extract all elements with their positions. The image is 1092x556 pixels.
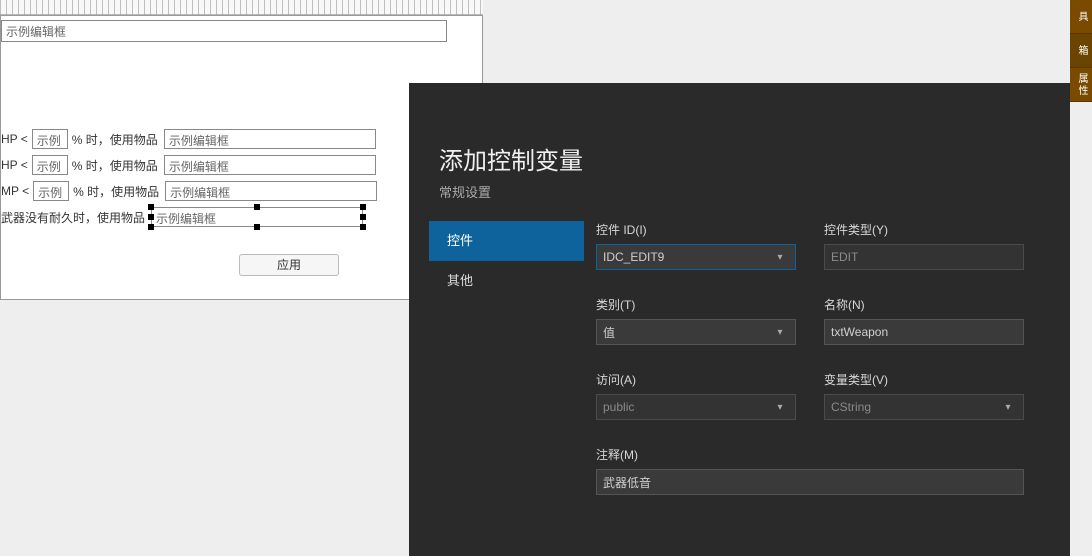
pct-edit[interactable]: 示例 (32, 129, 68, 149)
row-mid: % 时，使用物品 (73, 183, 159, 200)
comment-label: 注释(M) (596, 446, 1024, 463)
control-type-field: EDIT (824, 244, 1024, 270)
pct-edit[interactable]: 示例 (32, 155, 68, 175)
row4-prefix: 武器没有耐久时，使用物品 (1, 209, 145, 226)
resize-handle[interactable] (360, 204, 366, 210)
wizard-form: 控件 ID(I) IDC_EDIT9 ▾ 控件类型(Y) EDIT 类别(T) (584, 221, 1052, 556)
name-input[interactable] (831, 325, 1017, 339)
resize-handle[interactable] (254, 224, 260, 230)
apply-button[interactable]: 应用 (239, 254, 339, 276)
nav-other[interactable]: 其他 (429, 261, 584, 301)
access-value: public (603, 400, 634, 414)
control-id-label: 控件 ID(I) (596, 221, 796, 238)
access-combo: public ▾ (596, 394, 796, 420)
resize-handle[interactable] (148, 214, 154, 220)
access-label: 访问(A) (596, 371, 796, 388)
category-combo[interactable]: 值 ▾ (596, 319, 796, 345)
pct-edit[interactable]: 示例 (33, 181, 69, 201)
condition-row: HP < 示例 % 时，使用物品 示例编辑框 (1, 126, 377, 152)
control-id-combo[interactable]: IDC_EDIT9 ▾ (596, 244, 796, 270)
row-prefix: HP < (1, 158, 28, 172)
right-tool-tabs: 具 工具箱 属性 (1070, 0, 1092, 102)
item-edit[interactable]: 示例编辑框 (164, 155, 376, 175)
row-mid: % 时，使用物品 (72, 157, 158, 174)
resize-handle[interactable] (360, 214, 366, 220)
resize-handle[interactable] (148, 224, 154, 230)
item-edit[interactable]: 示例编辑框 (165, 181, 377, 201)
chevron-down-icon: ▾ (999, 402, 1017, 413)
item-edit[interactable]: 示例编辑框 (164, 129, 376, 149)
chevron-down-icon: ▾ (771, 402, 789, 413)
top-sample-edit[interactable]: 示例编辑框 (1, 20, 447, 42)
control-id-value: IDC_EDIT9 (603, 250, 664, 264)
vartype-combo: CString ▾ (824, 394, 1024, 420)
name-field[interactable] (824, 319, 1024, 345)
name-label: 名称(N) (824, 296, 1024, 313)
chevron-down-icon: ▾ (771, 252, 789, 263)
comment-field[interactable] (596, 469, 1024, 495)
right-tab[interactable]: 属性 (1070, 68, 1092, 102)
horizontal-ruler (0, 0, 483, 15)
vartype-value: CString (831, 400, 871, 414)
add-variable-wizard: 添加控制变量 常规设置 控件 其他 控件 ID(I) IDC_EDIT9 ▾ 控… (409, 83, 1070, 556)
row-mid: % 时，使用物品 (72, 131, 158, 148)
condition-row: MP < 示例 % 时，使用物品 示例编辑框 (1, 178, 377, 204)
chevron-down-icon: ▾ (771, 327, 789, 338)
right-tab[interactable]: 具 (1070, 0, 1092, 34)
category-label: 类别(T) (596, 296, 796, 313)
nav-control[interactable]: 控件 (429, 221, 584, 261)
selected-control[interactable]: 示例编辑框 (151, 207, 363, 227)
wizard-nav: 控件 其他 (429, 221, 584, 556)
row-prefix: MP < (1, 184, 29, 198)
condition-row-selected: 武器没有耐久时，使用物品 示例编辑框 (1, 204, 377, 230)
right-tab[interactable]: 工具箱 (1070, 34, 1092, 68)
condition-row: HP < 示例 % 时，使用物品 示例编辑框 (1, 152, 377, 178)
resize-handle[interactable] (254, 204, 260, 210)
resize-handle[interactable] (360, 224, 366, 230)
row-prefix: HP < (1, 132, 28, 146)
wizard-subtitle: 常规设置 (439, 182, 1070, 201)
comment-input[interactable] (603, 475, 1017, 489)
wizard-title: 添加控制变量 (439, 141, 1070, 176)
resize-handle[interactable] (148, 204, 154, 210)
control-type-label: 控件类型(Y) (824, 221, 1024, 238)
category-value: 值 (603, 324, 615, 341)
vartype-label: 变量类型(V) (824, 371, 1024, 388)
